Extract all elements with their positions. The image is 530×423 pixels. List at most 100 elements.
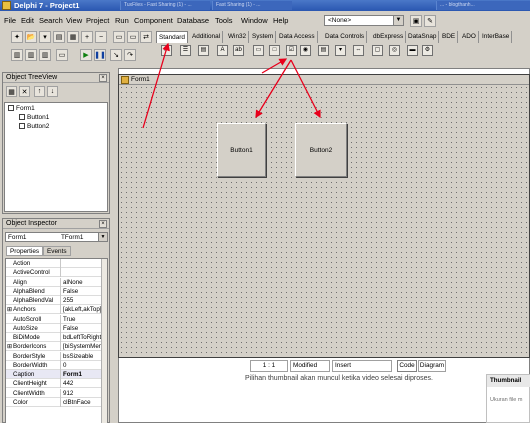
- button-icon[interactable]: □: [269, 45, 280, 56]
- edit-icon[interactable]: ab: [233, 45, 244, 56]
- remove-file-icon[interactable]: −: [95, 31, 107, 43]
- tab-data-access[interactable]: Data Access: [277, 31, 318, 43]
- new-form-icon[interactable]: ▭: [56, 49, 68, 61]
- property-row[interactable]: ClientWidth 912: [6, 388, 102, 398]
- property-row[interactable]: AlphaBlend False: [6, 286, 102, 296]
- delete-item-icon[interactable]: ✕: [19, 86, 30, 97]
- scrollbar-icon[interactable]: ⇔: [353, 45, 364, 56]
- memo-icon[interactable]: ▭: [253, 45, 264, 56]
- property-row[interactable]: Action: [6, 259, 102, 269]
- form-designer[interactable]: Form1 Button1 Button2: [118, 74, 530, 358]
- property-row[interactable]: Align alNone: [6, 277, 102, 287]
- open-icon[interactable]: 📂: [25, 31, 37, 43]
- combobox-icon[interactable]: ▾: [335, 45, 346, 56]
- chevron-down-icon[interactable]: ▼: [393, 16, 403, 25]
- save-all-icon[interactable]: ▤: [53, 31, 65, 43]
- tab-events[interactable]: Events: [43, 246, 71, 256]
- property-row[interactable]: ClientHeight 442: [6, 379, 102, 389]
- menu-search[interactable]: Search: [39, 16, 63, 26]
- menu-file[interactable]: File: [4, 16, 16, 26]
- property-row[interactable]: AutoScroll True: [6, 314, 102, 324]
- actionlist-icon[interactable]: ⚙: [422, 45, 433, 56]
- tab-dbexpress[interactable]: dbExpress: [371, 31, 407, 43]
- property-row[interactable]: BorderWidth 0: [6, 360, 102, 370]
- menu-project[interactable]: Project: [86, 16, 109, 26]
- save-desktop-icon[interactable]: ▣: [410, 15, 422, 27]
- form-button-2[interactable]: Button2: [295, 123, 347, 177]
- menu-component[interactable]: Component: [134, 16, 173, 26]
- close-icon[interactable]: ×: [99, 74, 107, 82]
- menu-database[interactable]: Database: [177, 16, 209, 26]
- menu-tools[interactable]: Tools: [215, 16, 233, 26]
- radiogroup-icon[interactable]: ◎: [389, 45, 400, 56]
- tab-bde[interactable]: BDE: [440, 31, 459, 43]
- move-down-icon[interactable]: ↓: [47, 86, 58, 97]
- panel-icon[interactable]: ▬: [407, 45, 418, 56]
- tab-data-controls[interactable]: Data Controls: [323, 31, 368, 43]
- tab-properties[interactable]: Properties: [6, 246, 44, 256]
- tab-additional[interactable]: Additional: [190, 31, 224, 43]
- tab-diagram[interactable]: Diagram: [418, 360, 446, 372]
- view-form-list-icon[interactable]: ▥: [25, 49, 37, 61]
- add-file-icon[interactable]: +: [81, 31, 93, 43]
- object-selector[interactable]: Form1 TForm1 ▼: [5, 232, 108, 242]
- property-row[interactable]: BorderIcons [biSystemMen ⊞: [6, 342, 102, 352]
- tree-item-form1[interactable]: Form1: [8, 105, 35, 113]
- open-project-icon[interactable]: ▦: [67, 31, 79, 43]
- view-unit-icon[interactable]: ▭: [113, 31, 125, 43]
- groupbox-icon[interactable]: ▢: [372, 45, 383, 56]
- browser-tab-2[interactable]: Fast Sharing (1) - ...: [212, 1, 292, 10]
- property-row[interactable]: BiDiMode bdLeftToRight: [6, 333, 102, 343]
- menu-window[interactable]: Window: [241, 16, 268, 26]
- property-row[interactable]: BorderStyle bsSizeable: [6, 351, 102, 361]
- set-debug-desktop-icon[interactable]: ✎: [424, 15, 436, 27]
- new-icon[interactable]: ✦: [11, 31, 23, 43]
- new-item-icon[interactable]: ▦: [6, 86, 17, 97]
- tab-standard[interactable]: Standard: [156, 31, 188, 43]
- step-over-icon[interactable]: ↷: [124, 49, 136, 61]
- view-form-icon[interactable]: ▭: [127, 31, 139, 43]
- save-icon[interactable]: ▾: [39, 31, 51, 43]
- menu-view[interactable]: View: [66, 16, 82, 26]
- close-icon[interactable]: ×: [99, 220, 107, 228]
- form-icon: [121, 76, 129, 84]
- menu-edit[interactable]: Edit: [21, 16, 34, 26]
- pause-icon[interactable]: ❚❚: [94, 49, 106, 61]
- chevron-down-icon[interactable]: ▼: [98, 233, 107, 241]
- property-row[interactable]: Caption Form1: [6, 370, 102, 380]
- property-scrollbar[interactable]: [101, 259, 107, 423]
- label-icon[interactable]: A: [217, 45, 228, 56]
- tab-interbase[interactable]: InterBase: [480, 31, 513, 43]
- frames-icon[interactable]: ▭: [161, 45, 172, 56]
- tab-ado[interactable]: ADO: [460, 31, 479, 43]
- popupmenu-icon[interactable]: ▤: [198, 45, 209, 56]
- mainmenu-icon[interactable]: ☰: [180, 45, 191, 56]
- checkbox-icon[interactable]: ☑: [286, 45, 297, 56]
- menu-help[interactable]: Help: [273, 16, 288, 26]
- property-row[interactable]: AlphaBlendVal 255: [6, 296, 102, 306]
- toggle-form-unit-icon[interactable]: ⇄: [140, 31, 152, 43]
- tab-datasnap[interactable]: DataSnap: [406, 31, 440, 43]
- tree-item-button1[interactable]: Button1: [19, 114, 49, 122]
- run-icon[interactable]: ▶: [80, 49, 92, 61]
- toggle-icon[interactable]: ▥: [39, 49, 51, 61]
- move-up-icon[interactable]: ↑: [34, 86, 45, 97]
- tab-win32[interactable]: Win32: [226, 31, 250, 43]
- tab-system[interactable]: System: [250, 31, 277, 43]
- property-row[interactable]: Color clBtnFace: [6, 397, 102, 407]
- trace-into-icon[interactable]: ↘: [110, 49, 122, 61]
- property-row[interactable]: Anchors [akLeft,akTop] ⊞: [6, 305, 102, 315]
- menu-run[interactable]: Run: [115, 16, 129, 26]
- desktop-layout-combo[interactable]: <None> ▼: [324, 15, 404, 26]
- property-row[interactable]: AutoSize False: [6, 323, 102, 333]
- property-row[interactable]: ActiveControl: [6, 268, 102, 278]
- tab-code[interactable]: Code: [397, 360, 417, 372]
- browser-tab-3[interactable]: ... - blogthanh...: [436, 1, 530, 10]
- browser-tab-1[interactable]: TuxFiles - Fast Sharing (1) - ...: [120, 1, 210, 10]
- tree-item-button2[interactable]: Button2: [19, 123, 49, 131]
- form-button-1[interactable]: Button1: [217, 123, 266, 177]
- property-name: AutoSize: [6, 323, 61, 333]
- radiobutton-icon[interactable]: ◉: [300, 45, 311, 56]
- view-unit-list-icon[interactable]: ▥: [11, 49, 23, 61]
- listbox-icon[interactable]: ▤: [318, 45, 329, 56]
